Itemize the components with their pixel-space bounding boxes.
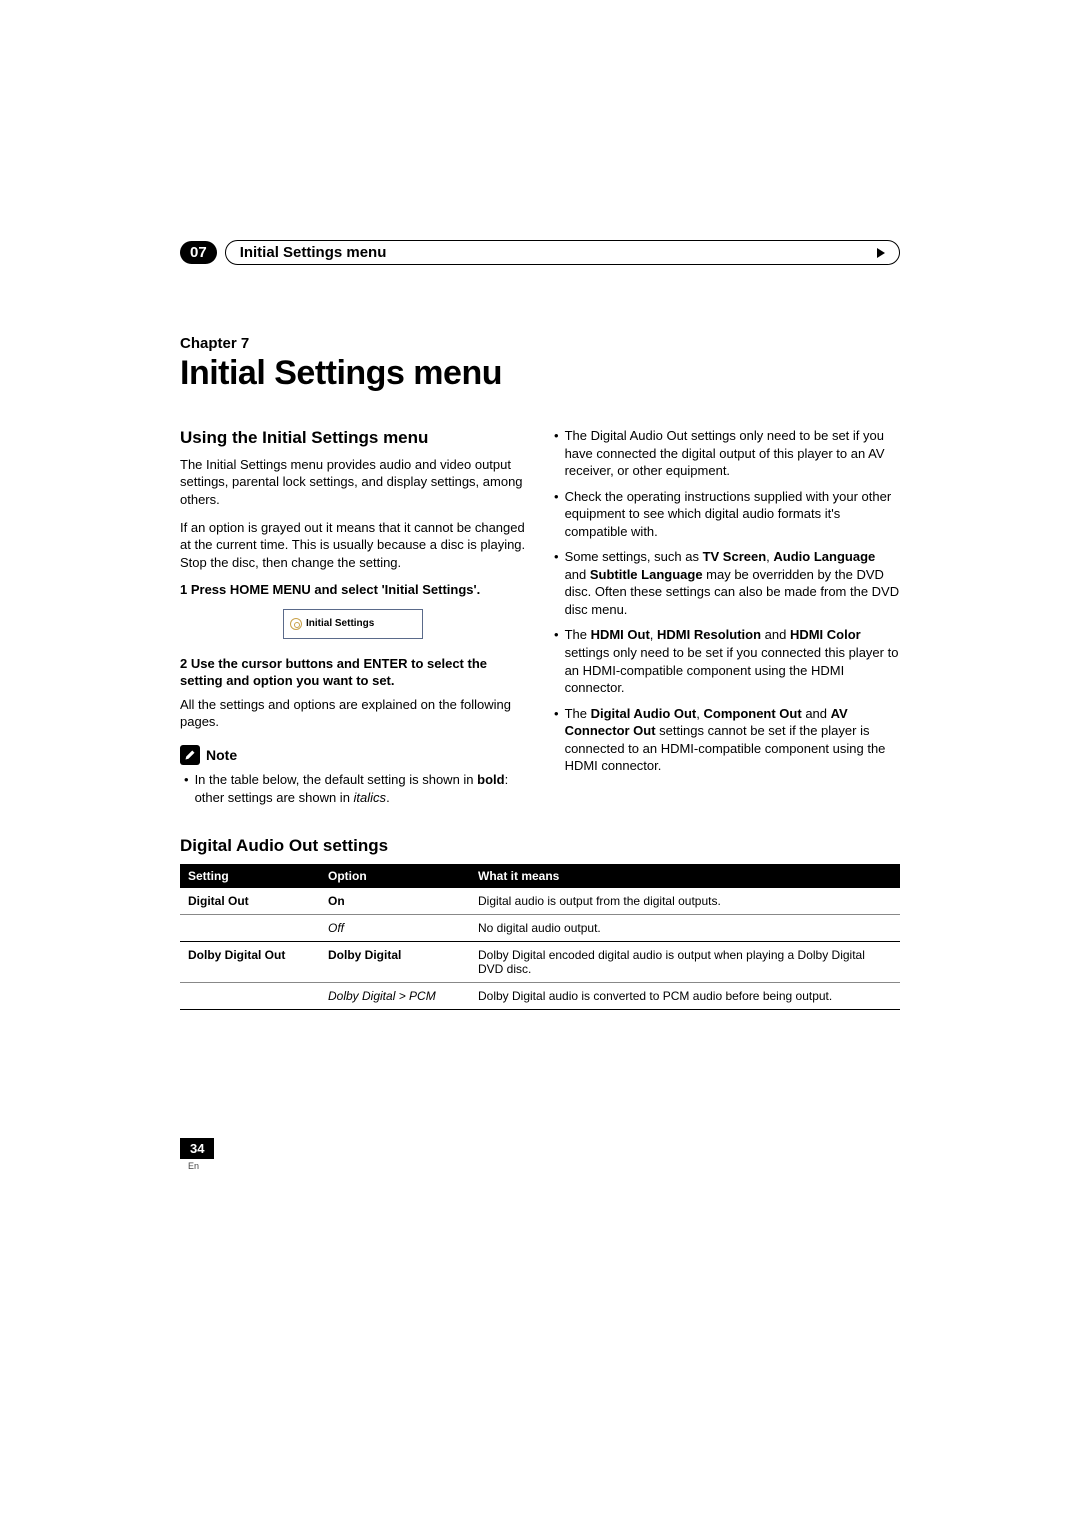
note-header: Note — [180, 745, 526, 765]
screenshot-label: Initial Settings — [306, 617, 374, 631]
page-footer: 34 En — [180, 1138, 214, 1171]
list-item: • The Digital Audio Out settings only ne… — [554, 427, 900, 480]
cell-option: On — [320, 888, 470, 915]
list-item: • Check the operating instructions suppl… — [554, 488, 900, 541]
arrow-icon — [877, 248, 885, 258]
initial-settings-screenshot: Initial Settings — [283, 609, 423, 639]
bullet-dot: • — [554, 488, 559, 541]
step-1: 1 Press HOME MENU and select 'Initial Se… — [180, 581, 526, 599]
note-bullet: • In the table below, the default settin… — [180, 771, 526, 806]
cell-setting: Digital Out — [180, 888, 320, 915]
bullet-text: Some settings, such as TV Screen, Audio … — [565, 548, 900, 618]
header-title-pill: Initial Settings menu — [225, 240, 900, 265]
bullet-text: The HDMI Out, HDMI Resolution and HDMI C… — [565, 626, 900, 696]
cell-meaning: Dolby Digital audio is converted to PCM … — [470, 983, 900, 1010]
paragraph: All the settings and options are explain… — [180, 696, 526, 731]
chapter-number-badge: 07 — [180, 241, 217, 264]
cell-setting — [180, 983, 320, 1010]
table-row: Off No digital audio output. — [180, 915, 900, 942]
language-code: En — [180, 1161, 214, 1171]
note-icon — [180, 745, 200, 765]
paragraph: If an option is grayed out it means that… — [180, 519, 526, 572]
cell-setting: Dolby Digital Out — [180, 942, 320, 983]
table-row: Dolby Digital Out Dolby Digital Dolby Di… — [180, 942, 900, 983]
cell-meaning: No digital audio output. — [470, 915, 900, 942]
col-header-option: Option — [320, 864, 470, 888]
list-item: • The Digital Audio Out, Component Out a… — [554, 705, 900, 775]
cell-setting — [180, 915, 320, 942]
step-2: 2 Use the cursor buttons and ENTER to se… — [180, 655, 526, 690]
section-heading-using: Using the Initial Settings menu — [180, 427, 526, 450]
bullet-dot: • — [554, 705, 559, 775]
bullet-dot: • — [554, 548, 559, 618]
page-header: 07 Initial Settings menu — [180, 240, 900, 265]
chapter-label: Chapter 7 — [180, 335, 900, 352]
paragraph: The Initial Settings menu provides audio… — [180, 456, 526, 509]
bullet-text: Check the operating instructions supplie… — [565, 488, 900, 541]
bullet-dot: • — [184, 771, 189, 806]
page-number: 34 — [180, 1138, 214, 1159]
note-text: In the table below, the default setting … — [195, 771, 526, 806]
table-row: Dolby Digital > PCM Dolby Digital audio … — [180, 983, 900, 1010]
page-title: Initial Settings menu — [180, 354, 900, 393]
col-header-meaning: What it means — [470, 864, 900, 888]
settings-table: Setting Option What it means Digital Out… — [180, 864, 900, 1010]
header-title: Initial Settings menu — [240, 244, 387, 261]
list-item: • The HDMI Out, HDMI Resolution and HDMI… — [554, 626, 900, 696]
section-heading-digital-audio: Digital Audio Out settings — [180, 836, 900, 856]
cell-option: Dolby Digital > PCM — [320, 983, 470, 1010]
disc-icon — [290, 618, 302, 630]
bullet-text: The Digital Audio Out, Component Out and… — [565, 705, 900, 775]
right-column: • The Digital Audio Out settings only ne… — [554, 427, 900, 806]
cell-meaning: Dolby Digital encoded digital audio is o… — [470, 942, 900, 983]
cell-option: Off — [320, 915, 470, 942]
note-title: Note — [206, 746, 237, 765]
cell-meaning: Digital audio is output from the digital… — [470, 888, 900, 915]
bullet-dot: • — [554, 427, 559, 480]
bullet-dot: • — [554, 626, 559, 696]
left-column: Using the Initial Settings menu The Init… — [180, 427, 526, 806]
col-header-setting: Setting — [180, 864, 320, 888]
bullet-text: The Digital Audio Out settings only need… — [565, 427, 900, 480]
list-item: • Some settings, such as TV Screen, Audi… — [554, 548, 900, 618]
cell-option: Dolby Digital — [320, 942, 470, 983]
table-row: Digital Out On Digital audio is output f… — [180, 888, 900, 915]
